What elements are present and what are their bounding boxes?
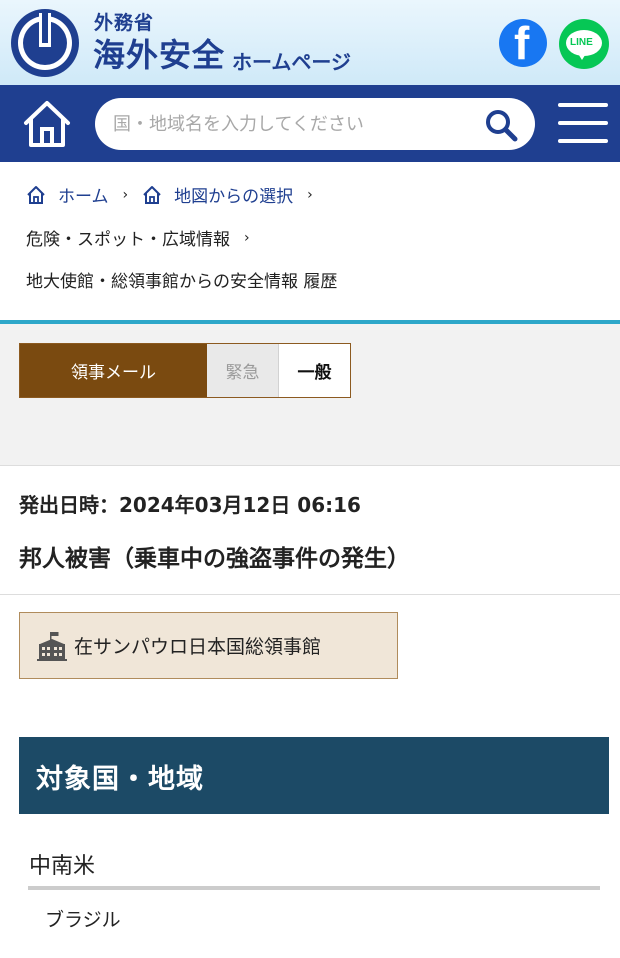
source-badge[interactable]: 在サンパウロ日本国総領事館 (19, 612, 398, 679)
tab-area: 領事メール 緊急 一般 (0, 324, 620, 466)
facebook-icon[interactable]: f (499, 17, 547, 69)
mofa-logo[interactable] (9, 7, 81, 79)
breadcrumb-map[interactable]: 地図からの選択 (142, 182, 293, 207)
site-subtitle[interactable]: ホームページ (232, 46, 351, 75)
breadcrumb-separator: › (244, 229, 250, 246)
breadcrumb-separator: › (307, 186, 313, 203)
brand-header: 外務省 海外安全 ホームページ f LINE (0, 0, 620, 85)
country-link[interactable]: ブラジル (45, 905, 121, 932)
site-title[interactable]: 海外安全 (93, 30, 225, 76)
home-icon (143, 185, 161, 204)
tab-consular-mail[interactable]: 領事メール (20, 344, 207, 397)
line-icon[interactable]: LINE (559, 19, 609, 69)
breadcrumb-separator: › (122, 186, 129, 203)
article-title: 邦人被害（乗車中の強盗事件の発生） (19, 546, 410, 572)
embassy-building-icon (37, 631, 67, 661)
home-icon[interactable] (20, 97, 74, 151)
home-icon (27, 185, 45, 204)
issue-date: 発出日時：2024年03月12日 06:16 (19, 493, 361, 517)
breadcrumb-danger[interactable]: 危険・スポット・広域情報 (26, 225, 230, 250)
search-input[interactable] (113, 98, 473, 150)
article-body: 在サンパウロ日本国総領事館 対象国・地域 中南米 ブラジル (0, 596, 620, 958)
article-header: 発出日時：2024年03月12日 06:16 邦人被害（乗車中の強盗事件の発生） (0, 467, 620, 595)
tab-urgent[interactable]: 緊急 (207, 344, 279, 397)
region-label: 中南米 (29, 854, 96, 879)
breadcrumb-home[interactable]: ホーム (26, 182, 109, 207)
hamburger-menu-icon[interactable] (558, 103, 608, 143)
search-icon[interactable] (484, 108, 518, 142)
target-section-header: 対象国・地域 (19, 737, 609, 814)
search-box (95, 98, 535, 150)
source-consulate: 在サンパウロ日本国総領事館 (74, 636, 322, 658)
breadcrumb: ホーム › 地図からの選択 › 危険・スポット・広域情報 › 地大使館・総領事館… (0, 162, 620, 322)
tab-general[interactable]: 一般 (279, 344, 350, 397)
region-divider (28, 886, 600, 890)
breadcrumb-current: 地大使館・総領事館からの安全情報 履歴 (26, 272, 338, 292)
mail-type-tabs: 領事メール 緊急 一般 (19, 343, 351, 398)
nav-bar (0, 85, 620, 162)
